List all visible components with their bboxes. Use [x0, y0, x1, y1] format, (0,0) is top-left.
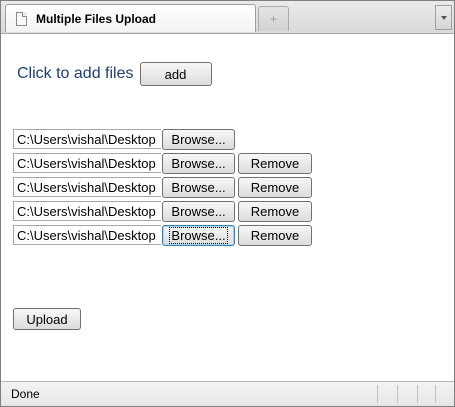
browse-label: Browse...: [171, 131, 226, 147]
browse-button[interactable]: Browse...: [162, 152, 235, 174]
add-button[interactable]: add: [139, 62, 212, 86]
status-divider: [435, 385, 436, 403]
file-row: C:\Users\vishal\Desktop Browse... Remove: [13, 175, 312, 199]
browse-label: Browse...: [169, 226, 228, 244]
remove-button[interactable]: Remove: [238, 176, 312, 198]
file-path-field[interactable]: C:\Users\vishal\Desktop: [13, 129, 161, 149]
browse-label: Browse...: [171, 155, 226, 171]
browse-button[interactable]: Browse...: [162, 224, 235, 246]
browse-label: Browse...: [171, 179, 226, 195]
page-content: Click to add files add C:\Users\vishal\D…: [1, 34, 454, 381]
tab-multiple-files-upload[interactable]: Multiple Files Upload: [5, 4, 256, 32]
browse-button[interactable]: Browse...: [162, 200, 235, 222]
file-row: C:\Users\vishal\Desktop Browse... Remove: [13, 151, 312, 175]
status-divider: [377, 385, 378, 403]
tab-bar: Multiple Files Upload +: [1, 1, 454, 34]
browse-button[interactable]: Browse...: [162, 128, 235, 150]
file-path-field[interactable]: C:\Users\vishal\Desktop: [13, 153, 161, 173]
add-files-row: Click to add files add: [17, 62, 212, 86]
remove-button[interactable]: Remove: [238, 224, 312, 246]
tab-list-dropdown[interactable]: [435, 5, 452, 30]
file-path-field[interactable]: C:\Users\vishal\Desktop: [13, 177, 161, 197]
file-input-list: C:\Users\vishal\Desktop Browse... C:\Use…: [13, 127, 312, 247]
remove-button[interactable]: Remove: [238, 152, 312, 174]
chevron-down-icon: [440, 15, 447, 20]
new-tab-button[interactable]: +: [258, 6, 289, 31]
plus-icon: +: [269, 12, 277, 26]
remove-button[interactable]: Remove: [238, 200, 312, 222]
status-divider: [417, 385, 418, 403]
file-row: C:\Users\vishal\Desktop Browse...: [13, 127, 312, 151]
file-row: C:\Users\vishal\Desktop Browse... Remove: [13, 223, 312, 247]
document-icon: [16, 11, 27, 26]
file-path-field[interactable]: C:\Users\vishal\Desktop: [13, 225, 161, 245]
browse-label: Browse...: [171, 203, 226, 219]
upload-button[interactable]: Upload: [13, 308, 81, 330]
browser-window: Multiple Files Upload + Click to add fil…: [0, 0, 455, 407]
tab-title: Multiple Files Upload: [36, 11, 157, 26]
add-files-label: Click to add files: [17, 65, 134, 82]
status-text: Done: [11, 387, 40, 401]
status-bar: Done: [1, 381, 454, 406]
file-path-field[interactable]: C:\Users\vishal\Desktop: [13, 201, 161, 221]
browse-button[interactable]: Browse...: [162, 176, 235, 198]
status-divider: [397, 385, 398, 403]
file-row: C:\Users\vishal\Desktop Browse... Remove: [13, 199, 312, 223]
